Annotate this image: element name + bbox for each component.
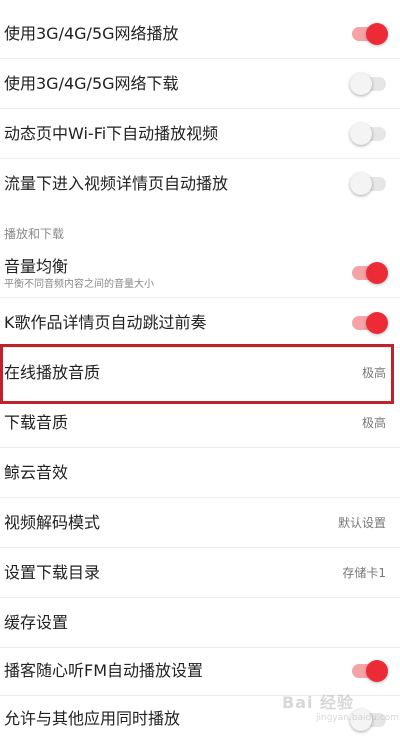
highlight-annotation-box [0, 344, 394, 404]
setting-row-sound-effects[interactable]: 鲸云音效 [0, 448, 400, 498]
watermark-logo-text: Bai 经验 [282, 693, 355, 712]
toggle-switch-on[interactable] [352, 23, 388, 45]
watermark: Bai 经验 jingyan.baidu.com [282, 689, 399, 733]
toggle-switch-off[interactable] [350, 123, 386, 145]
setting-value: 默认设置 [337, 516, 386, 530]
toggle-switch-on[interactable] [352, 312, 388, 334]
section-header: 播放和下载 [4, 227, 65, 241]
setting-label: 允许与其他应用同时播放 [4, 709, 181, 728]
setting-row-video-decode-mode[interactable]: 视频解码模式 默认设置 [0, 498, 400, 548]
setting-label: 使用3G/4G/5G网络播放 [4, 24, 179, 43]
setting-row-cache-settings[interactable]: 缓存设置 [0, 598, 400, 648]
setting-row-mobile-network-download[interactable]: 使用3G/4G/5G网络下载 [0, 59, 400, 109]
setting-row-skip-intro[interactable]: K歌作品详情页自动跳过前奏 [0, 298, 400, 348]
toggle-knob [350, 173, 372, 195]
setting-label: K歌作品详情页自动跳过前奏 [4, 313, 207, 332]
setting-row-volume-balance[interactable]: 音量均衡 平衡不同音频内容之间的音量大小 [0, 248, 400, 298]
setting-row-mobile-network-playback[interactable]: 使用3G/4G/5G网络播放 [0, 9, 400, 59]
setting-value: 存储卡1 [342, 566, 386, 580]
toggle-switch-on[interactable] [352, 262, 388, 284]
toggle-knob [366, 312, 388, 334]
setting-label: 视频解码模式 [4, 513, 101, 532]
toggle-switch-on[interactable] [352, 660, 388, 682]
toggle-knob [366, 23, 388, 45]
toggle-knob [366, 660, 388, 682]
watermark-url: jingyan.baidu.com [316, 713, 400, 723]
toggle-switch-off[interactable] [350, 173, 386, 195]
setting-label: 流量下进入视频详情页自动播放 [4, 174, 229, 193]
setting-label: 下载音质 [4, 413, 69, 432]
toggle-knob [366, 262, 388, 284]
setting-label: 动态页中Wi-Fi下自动播放视频 [4, 124, 219, 143]
setting-value: 极高 [361, 416, 386, 430]
setting-label: 使用3G/4G/5G网络下载 [4, 74, 179, 93]
setting-label: 鲸云音效 [4, 463, 69, 482]
toggle-knob [350, 123, 372, 145]
setting-label: 音量均衡 [4, 257, 69, 276]
setting-sublabel: 平衡不同音频内容之间的音量大小 [4, 279, 154, 290]
setting-row-download-quality[interactable]: 下载音质 极高 [0, 398, 400, 448]
toggle-switch-off[interactable] [350, 73, 386, 95]
setting-label: 播客随心听FM自动播放设置 [4, 661, 204, 680]
setting-label: 设置下载目录 [4, 563, 101, 582]
toggle-knob [350, 73, 372, 95]
setting-row-wifi-autoplay-video[interactable]: 动态页中Wi-Fi下自动播放视频 [0, 109, 400, 159]
setting-row-download-directory[interactable]: 设置下载目录 存储卡1 [0, 548, 400, 598]
setting-row-cellular-video-autoplay[interactable]: 流量下进入视频详情页自动播放 [0, 159, 400, 209]
setting-label: 缓存设置 [4, 613, 69, 632]
